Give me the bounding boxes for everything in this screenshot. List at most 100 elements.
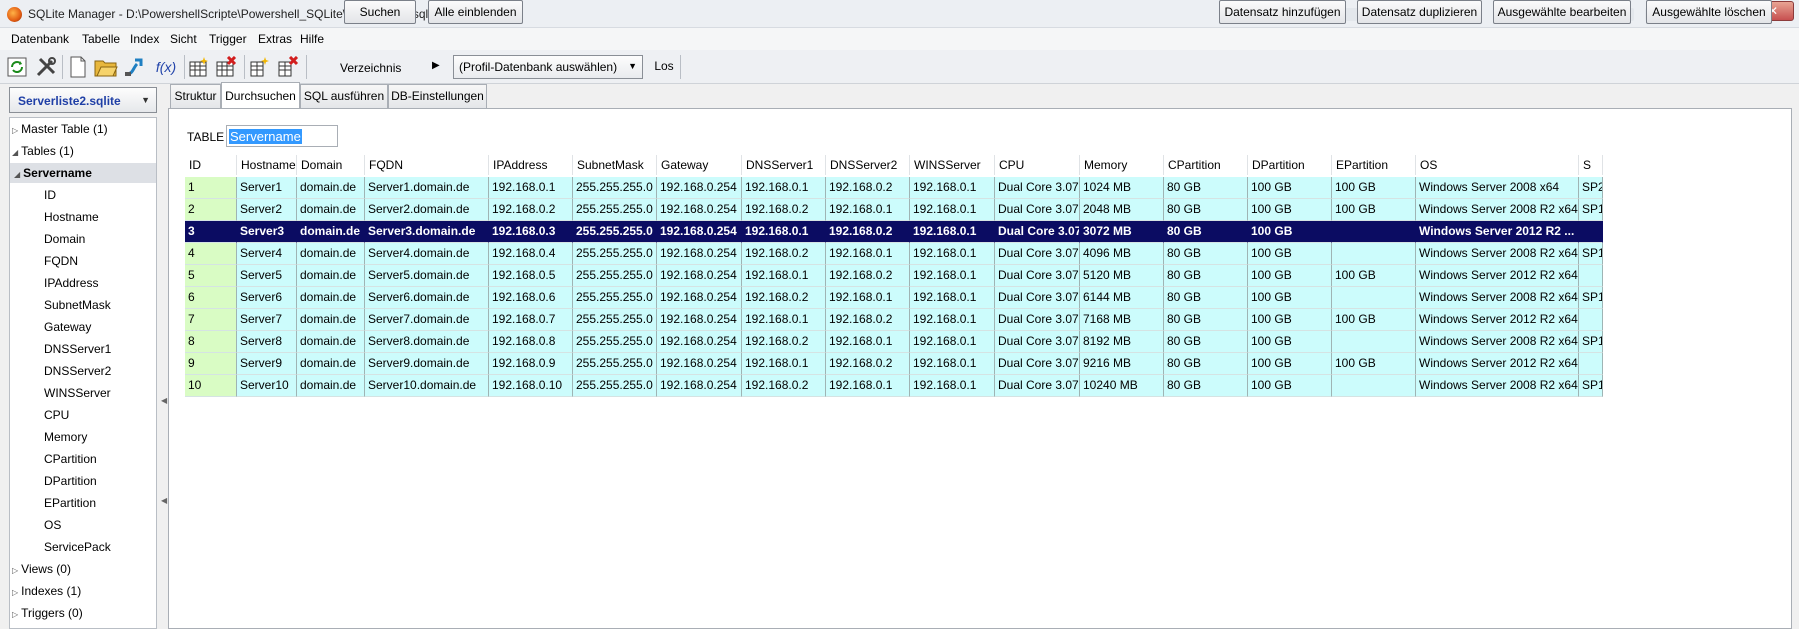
table-cell[interactable]: 9216 MB — [1080, 353, 1164, 375]
table-cell[interactable]: 192.168.0.2 — [489, 199, 573, 221]
table-cell[interactable]: 6 — [185, 287, 237, 309]
table-cell[interactable]: 192.168.0.2 — [826, 353, 910, 375]
duplicate-record-button[interactable]: Datensatz duplizieren — [1357, 0, 1482, 24]
table-row[interactable]: 1 Server1 domain.de Server1.domain.de 192.16… — [185, 177, 1773, 199]
table-cell[interactable] — [1332, 221, 1416, 243]
table-cell[interactable]: 100 GB — [1332, 353, 1416, 375]
table-cell[interactable]: 10 — [185, 375, 237, 397]
table-row[interactable]: 2 Server2 domain.de Server2.domain.de 192.16… — [185, 199, 1773, 221]
table-cell[interactable]: 192.168.0.1 — [742, 309, 826, 331]
create-index-icon[interactable] — [248, 55, 272, 79]
table-cell[interactable]: 255.255.255.0 — [573, 221, 657, 243]
table-cell[interactable]: Server10.domain.de — [365, 375, 489, 397]
table-cell[interactable] — [1579, 353, 1603, 375]
table-cell[interactable]: Server8.domain.de — [365, 331, 489, 353]
tree-column-item[interactable]: DNSServer1 — [10, 339, 156, 359]
table-cell[interactable]: 192.168.0.254 — [657, 199, 742, 221]
column-header[interactable]: EPartition — [1332, 155, 1416, 175]
table-cell[interactable]: domain.de — [297, 375, 365, 397]
table-cell[interactable]: 4096 MB — [1080, 243, 1164, 265]
tree-column-item[interactable]: DNSServer2 — [10, 361, 156, 381]
table-cell[interactable]: domain.de — [297, 243, 365, 265]
table-cell[interactable]: 192.168.0.1 — [826, 331, 910, 353]
connect-icon[interactable] — [122, 55, 146, 79]
drop-table-icon[interactable] — [214, 55, 238, 79]
table-cell[interactable]: 80 GB — [1164, 199, 1248, 221]
table-cell[interactable]: Windows Server 2008 x64 — [1416, 177, 1579, 199]
table-cell[interactable]: 192.168.0.1 — [910, 199, 995, 221]
tree-node[interactable]: ▷ Views (0) — [10, 559, 156, 579]
table-cell[interactable]: SP2 — [1579, 177, 1603, 199]
table-cell[interactable]: SP1 — [1579, 199, 1603, 221]
menu-tabelle[interactable]: Tabelle — [82, 32, 120, 46]
table-cell[interactable]: 192.168.0.2 — [826, 221, 910, 243]
table-cell[interactable]: 10240 MB — [1080, 375, 1164, 397]
tree-column-item[interactable]: OS — [10, 515, 156, 535]
table-row[interactable]: 7 Server7 domain.de Server7.domain.de 192.16… — [185, 309, 1773, 331]
table-cell[interactable]: Server3.domain.de — [365, 221, 489, 243]
collapse-icon[interactable]: ◢ — [14, 170, 20, 179]
profile-db-select[interactable]: (Profil-Datenbank auswählen) ▼ — [453, 55, 643, 79]
table-cell[interactable]: domain.de — [297, 265, 365, 287]
table-cell[interactable]: 6144 MB — [1080, 287, 1164, 309]
table-cell[interactable]: Windows Server 2008 R2 x64 — [1416, 243, 1579, 265]
table-cell[interactable]: 192.168.0.1 — [910, 375, 995, 397]
table-cell[interactable]: Windows Server 2008 R2 x64 — [1416, 287, 1579, 309]
tab-db-einstellungen[interactable]: DB-Einstellungen — [388, 84, 487, 108]
collapse-icon[interactable]: ◢ — [12, 148, 18, 157]
table-cell[interactable]: Windows Server 2012 R2 ... — [1416, 221, 1579, 243]
table-cell[interactable]: Server8 — [237, 331, 297, 353]
table-cell[interactable]: Server10 — [237, 375, 297, 397]
tree-node[interactable]: ▷ Master Table (1) — [10, 119, 156, 139]
table-cell[interactable]: 192.168.0.254 — [657, 177, 742, 199]
table-cell[interactable]: Windows Server 2012 R2 x64 — [1416, 309, 1579, 331]
table-cell[interactable]: 9 — [185, 353, 237, 375]
table-cell[interactable]: Server4 — [237, 243, 297, 265]
table-cell[interactable]: 192.168.0.1 — [910, 243, 995, 265]
table-cell[interactable]: 255.255.255.0 — [573, 243, 657, 265]
table-cell[interactable]: 80 GB — [1164, 287, 1248, 309]
delete-selected-button[interactable]: Ausgewählte löschen — [1646, 0, 1772, 24]
table-cell[interactable]: 5120 MB — [1080, 265, 1164, 287]
tools-icon[interactable] — [34, 55, 58, 79]
table-cell[interactable]: 255.255.255.0 — [573, 331, 657, 353]
table-cell[interactable] — [1579, 265, 1603, 287]
table-cell[interactable]: Server2.domain.de — [365, 199, 489, 221]
table-cell[interactable]: 192.168.0.1 — [742, 221, 826, 243]
table-cell[interactable]: 100 GB — [1248, 177, 1332, 199]
tree-column-item[interactable]: WINSServer — [10, 383, 156, 403]
table-cell[interactable]: Dual Core 3.07 ... — [995, 375, 1080, 397]
menu-trigger[interactable]: Trigger — [209, 32, 247, 46]
table-cell[interactable]: 100 GB — [1248, 353, 1332, 375]
table-cell[interactable]: 80 GB — [1164, 353, 1248, 375]
function-icon[interactable]: f(x) — [151, 55, 181, 79]
table-cell[interactable]: SP1 — [1579, 287, 1603, 309]
tree-column-item[interactable]: DPartition — [10, 471, 156, 491]
menu-sicht[interactable]: Sicht — [170, 32, 197, 46]
column-header[interactable]: Hostname — [237, 155, 297, 175]
table-cell[interactable]: SP1 — [1579, 243, 1603, 265]
table-cell[interactable] — [1332, 287, 1416, 309]
table-cell[interactable]: Server7.domain.de — [365, 309, 489, 331]
table-cell[interactable]: 192.168.0.8 — [489, 331, 573, 353]
table-cell[interactable]: Server7 — [237, 309, 297, 331]
menu-index[interactable]: Index — [130, 32, 159, 46]
show-all-button[interactable]: Alle einblenden — [428, 0, 523, 24]
table-cell[interactable]: 192.168.0.1 — [742, 177, 826, 199]
column-header[interactable]: CPU — [995, 155, 1080, 175]
database-select[interactable]: Serverliste2.sqlite ▼ — [9, 87, 157, 113]
table-cell[interactable]: domain.de — [297, 221, 365, 243]
table-cell[interactable]: 8 — [185, 331, 237, 353]
tree-column-item[interactable]: Memory — [10, 427, 156, 447]
column-header[interactable]: Memory — [1080, 155, 1164, 175]
column-header[interactable]: S — [1579, 155, 1603, 175]
table-cell[interactable]: 192.168.0.2 — [742, 331, 826, 353]
tree-column-item[interactable]: FQDN — [10, 251, 156, 271]
column-header[interactable]: DPartition — [1248, 155, 1332, 175]
tree-node[interactable]: ▷ Indexes (1) — [10, 581, 156, 601]
open-db-icon[interactable] — [94, 55, 118, 79]
table-cell[interactable]: Dual Core 3.07 ... — [995, 199, 1080, 221]
tab-struktur[interactable]: Struktur — [170, 84, 221, 108]
table-cell[interactable]: Dual Core 3.07 ... — [995, 243, 1080, 265]
table-cell[interactable]: Server5.domain.de — [365, 265, 489, 287]
